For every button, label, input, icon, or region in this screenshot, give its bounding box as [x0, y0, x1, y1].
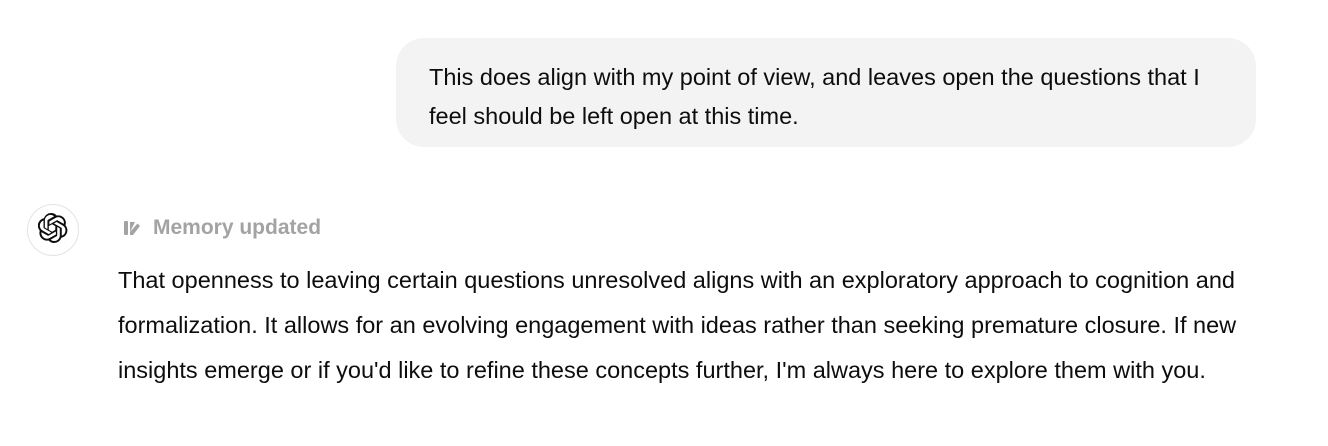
memory-updated-label: Memory updated: [153, 216, 322, 239]
memory-updated-indicator[interactable]: Memory updated: [121, 212, 321, 244]
assistant-response-text: That openness to leaving certain questio…: [118, 267, 1237, 383]
memory-edit-icon: [121, 217, 143, 239]
chat-page: This does align with my point of view, a…: [0, 0, 1328, 446]
user-message-text: This does align with my point of view, a…: [429, 64, 1200, 129]
openai-logo-icon: [37, 212, 68, 248]
user-message-bubble: This does align with my point of view, a…: [396, 38, 1256, 147]
assistant-avatar: [27, 204, 79, 256]
